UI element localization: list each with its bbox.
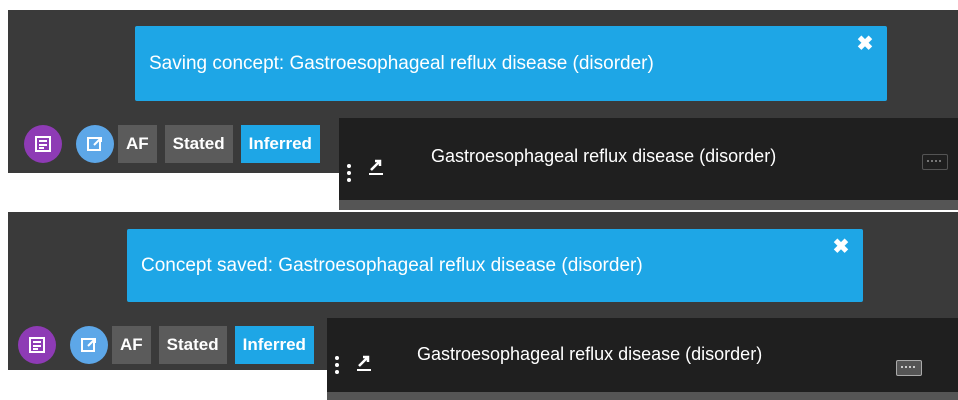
open-external-icon xyxy=(87,137,102,151)
close-icon[interactable]: ✖ xyxy=(855,34,875,54)
newspaper-button[interactable] xyxy=(18,326,56,364)
concept-title: Gastroesophageal reflux disease (disorde… xyxy=(431,146,777,166)
content-strip xyxy=(327,392,958,400)
export-icon[interactable] xyxy=(353,352,375,374)
toast-message: Saving concept: Gastroesophageal reflux … xyxy=(149,52,654,74)
newspaper-icon xyxy=(29,337,45,353)
concept-title: Gastroesophageal reflux disease (disorde… xyxy=(417,344,763,364)
inferred-button[interactable]: Inferred xyxy=(234,326,314,364)
keyboard-icon[interactable] xyxy=(896,360,922,376)
notification-toast: Saving concept: Gastroesophageal reflux … xyxy=(135,26,887,101)
drag-handle-icon[interactable] xyxy=(335,356,339,376)
af-button[interactable]: AF xyxy=(112,326,151,364)
view-toolbar: AF Stated Inferred xyxy=(18,326,322,364)
notification-toast: Concept saved: Gastroesophageal reflux d… xyxy=(127,229,863,302)
open-external-icon xyxy=(81,338,96,352)
open-external-button[interactable] xyxy=(70,326,108,364)
view-toolbar: AF Stated Inferred xyxy=(24,124,328,164)
open-external-button[interactable] xyxy=(76,125,114,163)
newspaper-icon xyxy=(35,136,51,152)
toast-message: Concept saved: Gastroesophageal reflux d… xyxy=(141,254,643,276)
inferred-button[interactable]: Inferred xyxy=(240,125,320,163)
stated-button[interactable]: Stated xyxy=(158,326,227,364)
drag-handle-icon[interactable] xyxy=(347,164,351,184)
screenshot-panel-saving: Saving concept: Gastroesophageal reflux … xyxy=(8,10,958,210)
close-icon[interactable]: ✖ xyxy=(831,237,851,257)
concept-header: Gastroesophageal reflux disease (disorde… xyxy=(339,118,958,210)
concept-header: Gastroesophageal reflux disease (disorde… xyxy=(327,318,958,400)
export-icon[interactable] xyxy=(365,156,387,178)
screenshot-panel-saved: Concept saved: Gastroesophageal reflux d… xyxy=(8,212,958,400)
newspaper-button[interactable] xyxy=(24,125,62,163)
stated-button[interactable]: Stated xyxy=(164,125,233,163)
af-button[interactable]: AF xyxy=(118,125,157,163)
keyboard-icon[interactable] xyxy=(922,154,948,170)
content-strip xyxy=(339,200,958,210)
